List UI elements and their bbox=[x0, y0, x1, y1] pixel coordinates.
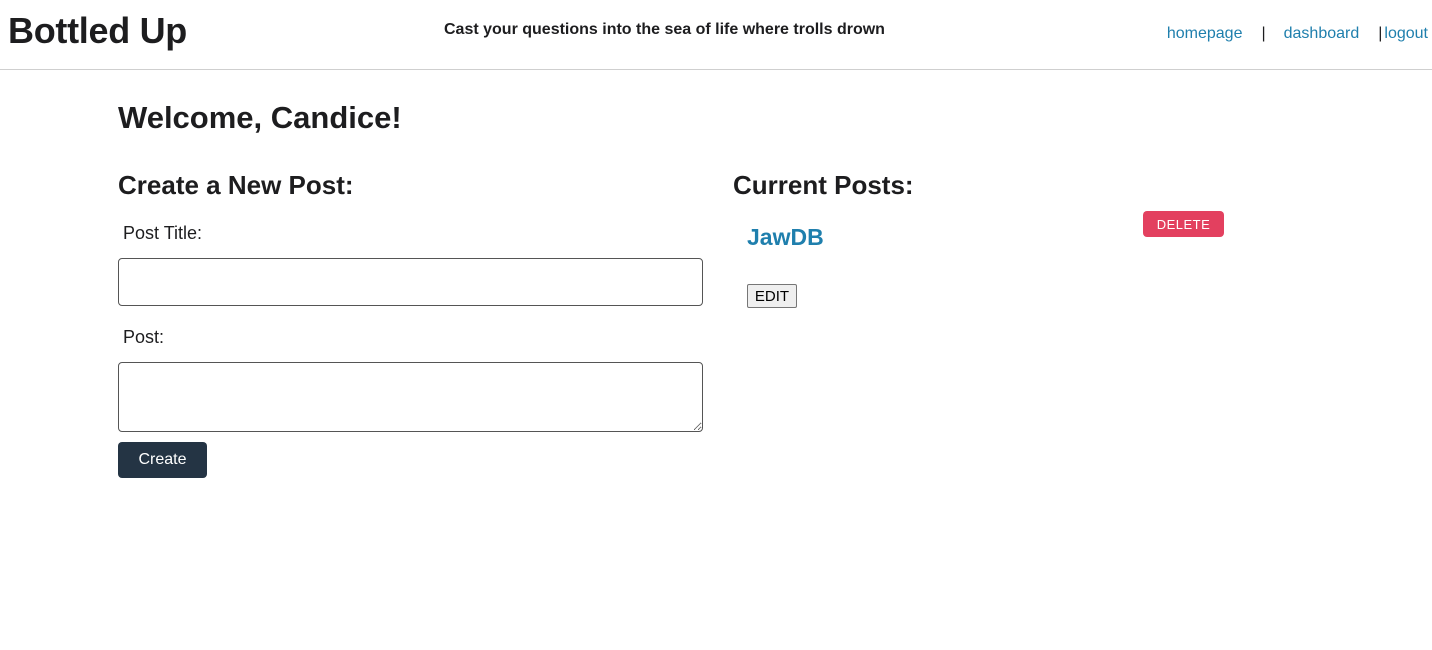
current-posts-heading: Current Posts: bbox=[733, 170, 914, 200]
nav-separator: | bbox=[1378, 25, 1383, 42]
edit-post-button[interactable]: EDIT bbox=[747, 284, 797, 308]
welcome-heading: Welcome, Candice! bbox=[118, 100, 402, 135]
post-title-link[interactable]: JawDB bbox=[747, 222, 824, 252]
main-nav: homepage | dashboard | logout bbox=[1167, 24, 1428, 44]
create-post-button[interactable]: Create bbox=[118, 442, 207, 478]
create-post-heading: Create a New Post: bbox=[118, 170, 354, 200]
post-title-input[interactable] bbox=[118, 258, 703, 306]
post-body-textarea[interactable] bbox=[118, 362, 703, 432]
site-header: Bottled Up Cast your questions into the … bbox=[0, 0, 1432, 70]
nav-separator: | bbox=[1261, 25, 1266, 42]
site-title: Bottled Up bbox=[8, 10, 187, 51]
delete-post-button[interactable]: DELETE bbox=[1143, 211, 1224, 237]
nav-dashboard-link[interactable]: dashboard bbox=[1284, 25, 1360, 42]
nav-logout-link[interactable]: logout bbox=[1384, 25, 1428, 42]
post-body-label: Post: bbox=[123, 327, 165, 347]
nav-homepage-link[interactable]: homepage bbox=[1167, 25, 1243, 42]
tagline: Cast your questions into the sea of life… bbox=[444, 21, 885, 38]
post-title-label: Post Title: bbox=[123, 223, 203, 243]
